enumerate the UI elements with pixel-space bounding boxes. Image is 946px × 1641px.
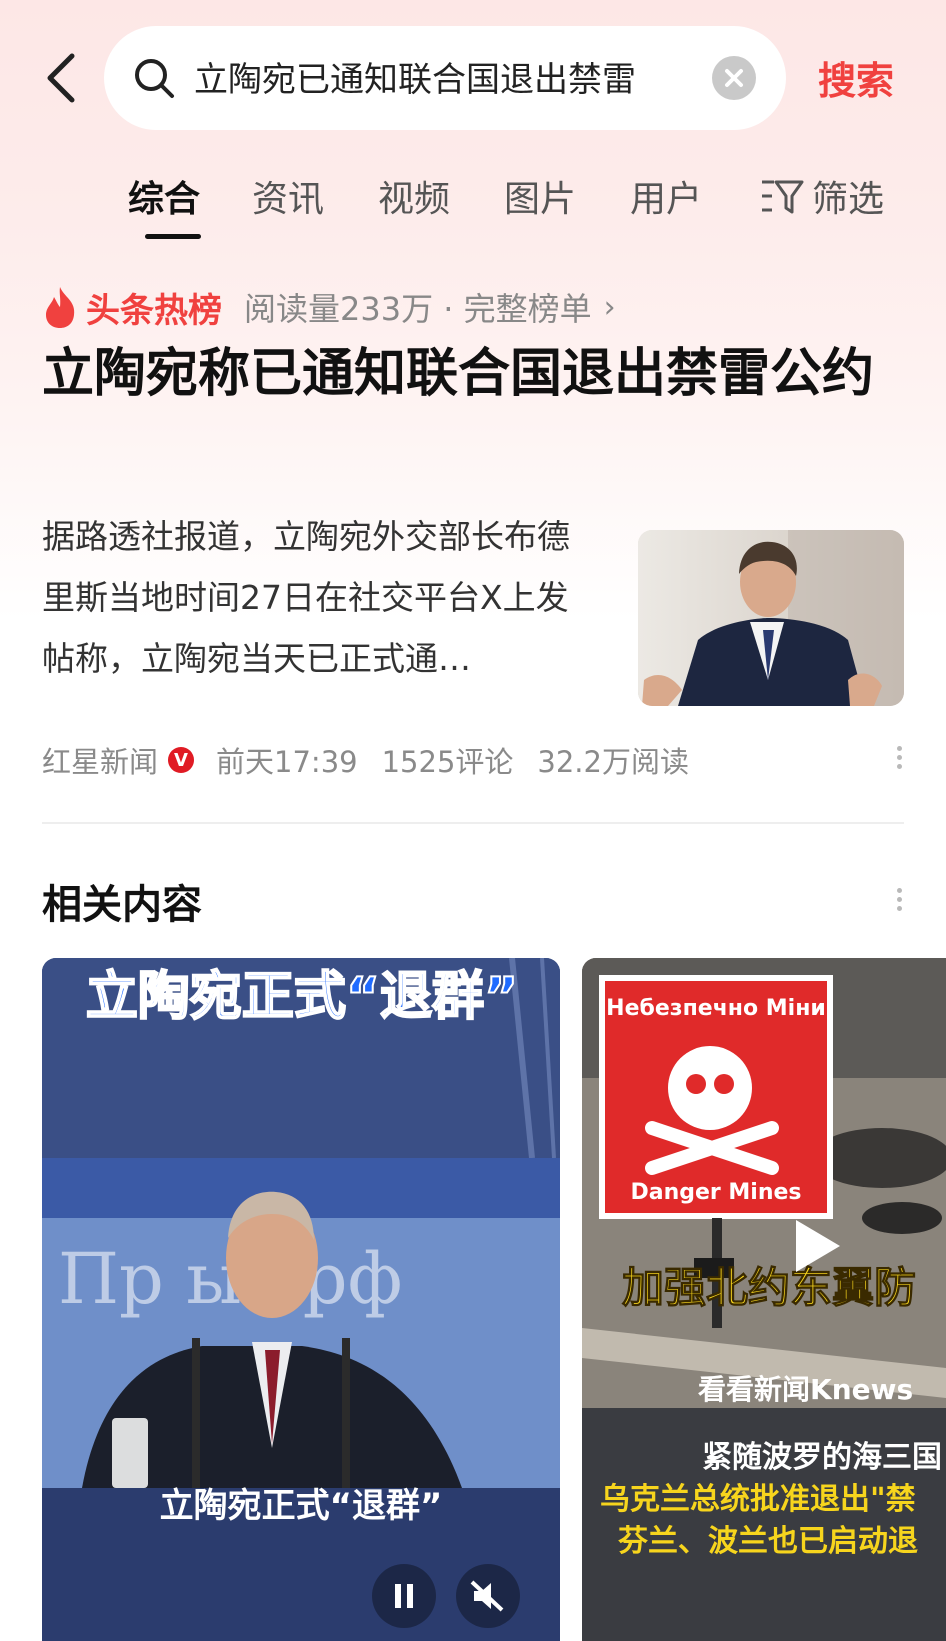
article-comments: 1525评论 [381, 745, 514, 779]
chevron-right-icon: › [603, 289, 616, 325]
video-card-2[interactable]: Небезпечно Міни Danger Mines 加强北约东翼防 看看新… [582, 958, 946, 1641]
tab-images[interactable]: 图片 [504, 170, 576, 222]
flame-icon [46, 287, 75, 328]
article-reads: 32.2万阅读 [537, 745, 689, 779]
muted-speaker-icon [470, 1580, 504, 1612]
sign-top-text: Небезпечно Міни [606, 996, 826, 1021]
article-more-button[interactable] [894, 742, 904, 778]
close-icon [725, 69, 743, 87]
hotlist-meta: 阅读量233万 · 完整榜单 [244, 290, 592, 328]
active-tab-indicator [145, 234, 201, 239]
related-section-title: 相关内容 [42, 882, 202, 928]
verified-badge-icon: V [168, 747, 195, 773]
hotlist-line[interactable]: 头条热榜 阅读量233万 · 完整榜单 › [42, 282, 616, 332]
mute-button[interactable] [456, 1564, 520, 1628]
related-more-button[interactable] [894, 884, 904, 920]
filter-button[interactable]: 筛选 [760, 170, 884, 222]
search-icon [135, 59, 174, 98]
clear-search-button[interactable] [712, 56, 756, 100]
tab-bar: 综合 资讯 视频 图片 用户 筛选 [0, 160, 946, 240]
search-box[interactable]: 立陶宛已通知联合国退出禁雷 [104, 26, 786, 130]
filter-icon [762, 180, 804, 214]
search-button[interactable]: 搜索 [818, 50, 894, 105]
card1-top-caption: 立陶宛正式“退群” [85, 966, 519, 1028]
hotlist-title: 头条热榜 [86, 290, 222, 331]
tab-video[interactable]: 视频 [378, 170, 450, 222]
tab-all[interactable]: 综合 [128, 170, 200, 222]
tab-news[interactable]: 资讯 [252, 170, 324, 222]
play-button[interactable] [782, 1214, 846, 1278]
chevron-left-icon [47, 53, 75, 103]
article-thumbnail[interactable] [638, 530, 904, 706]
article-summary[interactable]: 据路透社报道，立陶宛外交部长布德里斯当地时间27日在社交平台X上发帖称，立陶宛当… [42, 506, 590, 689]
play-icon [796, 1220, 840, 1272]
card1-bottom-caption: 立陶宛正式“退群” [159, 1486, 443, 1526]
video-card-1[interactable]: Пр ыт.рф 立陶宛正式“退群” 立陶宛正式“退群” [42, 958, 560, 1641]
tab-users[interactable]: 用户 [630, 170, 702, 222]
card2-line-1: 紧随波罗的海三国 [702, 1440, 942, 1475]
card2-line-2: 乌克兰总统批准退出"禁 [600, 1482, 916, 1517]
knews-logo: 看看新闻Knews [698, 1373, 914, 1406]
card2-line-3: 芬兰、波兰也已启动退 [618, 1524, 918, 1559]
filter-label: 筛选 [812, 179, 885, 220]
sign-bottom-text: Danger Mines [630, 1180, 802, 1205]
article-meta: 红星新闻 V 前天17:39 1525评论 32.2万阅读 [42, 738, 689, 782]
article-time: 前天17:39 [216, 745, 358, 779]
back-button[interactable] [38, 48, 88, 108]
video-thumbnail: Пр ыт.рф [42, 958, 560, 1641]
person-photo-icon [638, 530, 904, 706]
article-headline[interactable]: 立陶宛称已通知联合国退出禁雷公约 [42, 338, 882, 410]
article-source[interactable]: 红星新闻 [42, 739, 158, 781]
pause-button[interactable] [372, 1564, 436, 1628]
top-bar: 立陶宛已通知联合国退出禁雷 搜索 [0, 26, 946, 132]
pause-icon [395, 1584, 413, 1608]
divider [42, 822, 904, 824]
search-input[interactable]: 立陶宛已通知联合国退出禁雷 [194, 52, 706, 104]
